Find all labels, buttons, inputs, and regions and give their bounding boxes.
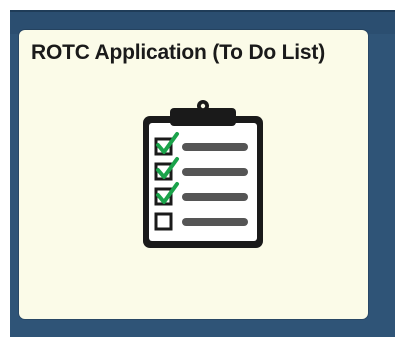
rotc-application-tile[interactable]: ROTC Application (To Do List) [19, 30, 368, 319]
clipboard-checklist-icon [143, 100, 263, 248]
tile-title: ROTC Application (To Do List) [31, 41, 325, 64]
